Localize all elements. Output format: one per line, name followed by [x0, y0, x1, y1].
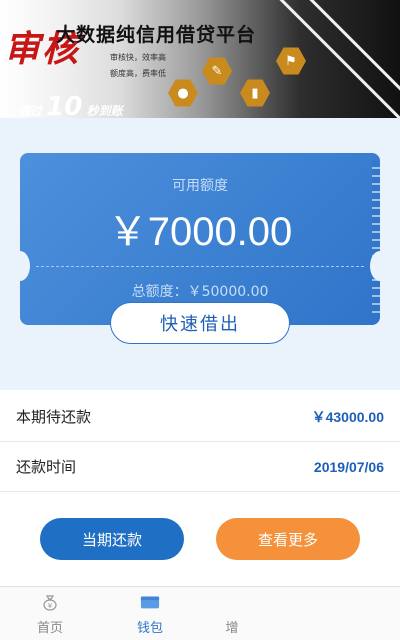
slogan-number: 10: [46, 92, 83, 118]
tab-add[interactable]: 增: [202, 593, 262, 636]
slogan-suffix: 秒到账: [86, 104, 123, 118]
plus-icon: [222, 593, 242, 611]
ticket-divider: [36, 266, 364, 267]
wallet-icon: [140, 593, 160, 611]
pending-repayment-value: ￥43000.00: [311, 408, 384, 425]
promo-banner[interactable]: 审核 大数据纯信用借贷平台 审核快，效率高 额度高，费率低 通过 10 秒到账 …: [0, 0, 400, 118]
repay-current-button[interactable]: 当期还款: [40, 518, 184, 560]
action-buttons: 当期还款 查看更多: [0, 492, 400, 586]
view-more-button[interactable]: 查看更多: [216, 518, 360, 560]
banner-feature-2: 额度高，费率低: [110, 69, 166, 78]
flag-icon: ⚑: [276, 47, 306, 75]
chart-icon: ▮: [240, 79, 270, 107]
tab-wallet-label: 钱包: [136, 621, 163, 636]
svg-text:¥: ¥: [48, 602, 53, 610]
tab-add-label: 增: [225, 621, 239, 636]
edit-icon: ✎: [202, 57, 232, 85]
pending-repayment-row: 本期待还款 ￥43000.00: [0, 392, 400, 442]
repayment-date-label: 还款时间: [16, 458, 77, 476]
app-page: 审核 大数据纯信用借贷平台 审核快，效率高 额度高，费率低 通过 10 秒到账 …: [0, 0, 400, 640]
banner-slogan: 通过 10 秒到账: [18, 92, 123, 118]
tab-home-label: 首页: [36, 621, 63, 636]
available-credit-amount: ￥7000.00: [107, 210, 293, 254]
tab-wallet[interactable]: 钱包: [120, 593, 180, 636]
total-credit-text: 总额度：￥50000.00: [131, 284, 269, 300]
tab-home[interactable]: ¥ 首页: [20, 593, 80, 636]
credit-card-section: 可用额度 ￥7000.00 总额度：￥50000.00 快速借出: [0, 118, 400, 390]
repayment-date-value: 2019/07/06: [313, 458, 384, 475]
money-bag-icon: ¥: [40, 593, 60, 611]
bottom-tab-bar: ¥ 首页 钱包 增: [0, 586, 400, 640]
banner-feature-1: 审核快，效率高: [110, 53, 166, 62]
available-credit-label: 可用额度: [172, 178, 228, 194]
user-icon: ●: [168, 79, 198, 107]
repayment-date-row: 还款时间 2019/07/06: [0, 442, 400, 492]
banner-title: 大数据纯信用借贷平台: [56, 24, 257, 46]
slogan-prefix: 通过: [18, 104, 43, 118]
quick-borrow-button[interactable]: 快速借出: [110, 302, 290, 344]
credit-ticket: 可用额度 ￥7000.00 总额度：￥50000.00: [10, 153, 390, 325]
pending-repayment-label: 本期待还款: [16, 408, 92, 426]
